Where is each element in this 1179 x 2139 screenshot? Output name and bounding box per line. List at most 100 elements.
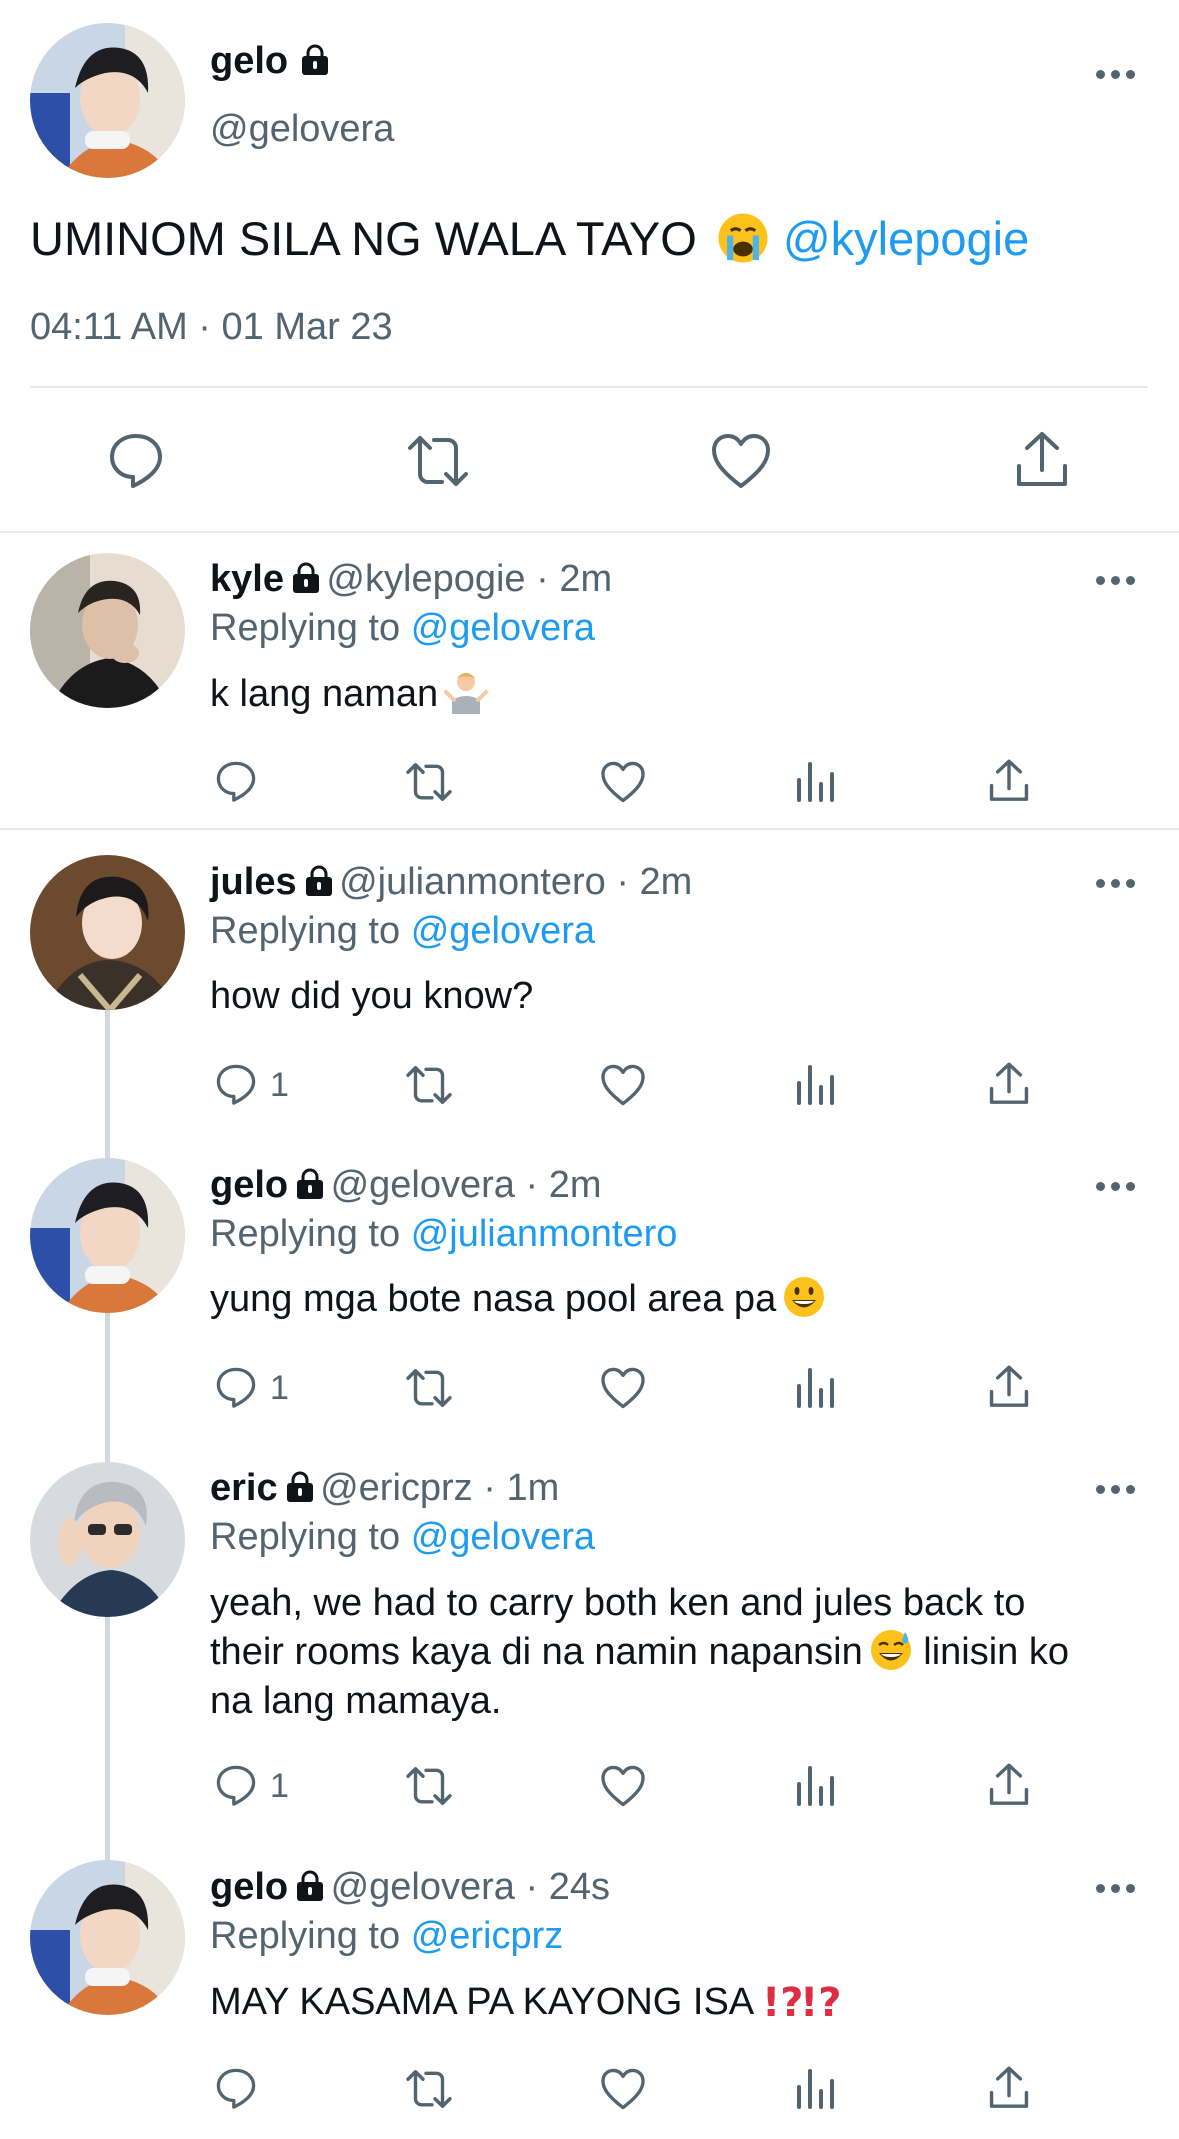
mention-link[interactable]: @julianmontero (411, 1213, 678, 1255)
grinning-sweat-icon (870, 1630, 911, 1670)
mention-link[interactable]: @ericprz (411, 1915, 564, 1957)
views-icon[interactable] (795, 760, 837, 802)
replying-to: Replying to @julianmontero (210, 1210, 677, 1258)
avatar-gelo[interactable] (30, 1860, 185, 2015)
divider (30, 386, 1148, 388)
heart-icon[interactable] (600, 1063, 646, 1107)
author-name[interactable]: gelo (210, 40, 288, 82)
reply-icon[interactable] (214, 759, 258, 803)
thread-connector (105, 1008, 110, 1888)
heart-icon[interactable] (600, 760, 646, 804)
more-icon[interactable] (1096, 1482, 1136, 1496)
main-author: gelo (210, 40, 331, 83)
reply-icon[interactable] (214, 1365, 258, 1409)
avatar-kyle[interactable] (30, 553, 185, 708)
author-handle[interactable]: @gelovera · 2m (331, 1164, 602, 1206)
author-handle[interactable]: @gelovera · 24s (331, 1866, 610, 1908)
reply-icon[interactable] (214, 1062, 258, 1106)
replying-label: Replying to (210, 1915, 401, 1957)
author-handle[interactable]: @gelovera (210, 108, 394, 151)
crying-face-icon (718, 213, 768, 263)
author-name[interactable]: jules (210, 861, 297, 903)
views-icon[interactable] (795, 1764, 837, 1806)
more-icon[interactable] (1096, 1179, 1136, 1193)
heart-icon[interactable] (710, 432, 772, 490)
share-icon[interactable] (987, 758, 1031, 804)
more-icon[interactable] (1096, 876, 1136, 890)
reply-count: 1 (270, 1369, 289, 1407)
views-icon[interactable] (795, 1366, 837, 1408)
share-icon[interactable] (987, 1364, 1031, 1410)
reply-text: their rooms kaya di na namin napansin li… (210, 1628, 1069, 1676)
avatar-gelo[interactable] (30, 1158, 185, 1313)
avatar-eric[interactable] (30, 1462, 185, 1617)
views-icon[interactable] (795, 1063, 837, 1105)
replying-to: Replying to @gelovera (210, 1513, 595, 1561)
divider (0, 828, 1179, 830)
reply-count: 1 (270, 1066, 289, 1104)
reply-text: how did you know? (210, 972, 533, 1020)
heart-icon[interactable] (600, 1764, 646, 1808)
author-handle[interactable]: @kylepogie · 2m (326, 558, 612, 600)
author-name[interactable]: eric (210, 1467, 278, 1509)
reply-text-line: na lang mamaya. (210, 1680, 502, 1722)
reply-header: kyle @kylepogie · 2m (210, 558, 612, 601)
reply-text-line: k lang naman (210, 673, 439, 715)
reply-icon[interactable] (214, 2066, 258, 2110)
mention-link[interactable]: @gelovera (411, 910, 595, 952)
replying-to: Replying to @gelovera (210, 604, 595, 652)
mention-link[interactable]: @gelovera (411, 607, 595, 649)
more-icon[interactable] (1096, 67, 1136, 81)
author-handle[interactable]: @julianmontero · 2m (339, 861, 692, 903)
reply-text-line: yeah, we had to carry both ken and jules… (210, 1582, 1026, 1624)
mention-link[interactable]: @kylepogie (783, 212, 1029, 265)
interrobang-icon: !?!? (762, 1980, 840, 2022)
retweet-icon[interactable] (405, 1366, 453, 1410)
author-name[interactable]: kyle (210, 558, 284, 600)
replying-label: Replying to (210, 910, 401, 952)
svg-text:!?: !? (762, 1980, 803, 2022)
share-icon[interactable] (987, 1061, 1031, 1107)
replying-label: Replying to (210, 607, 401, 649)
share-icon[interactable] (987, 2065, 1031, 2111)
reply-text-line: MAY KASAMA PA KAYONG ISA (210, 1981, 755, 2023)
mention-link[interactable]: @gelovera (411, 1516, 595, 1558)
reply-header: jules @julianmontero · 2m (210, 861, 692, 904)
reply-text: MAY KASAMA PA KAYONG ISA!?!? (210, 1978, 840, 2026)
grinning-face-icon (784, 1277, 825, 1317)
replying-to: Replying to @ericprz (210, 1912, 563, 1960)
heart-icon[interactable] (600, 2067, 646, 2111)
reply-header: gelo @gelovera · 24s (210, 1866, 610, 1909)
reply-header: gelo @gelovera · 2m (210, 1164, 601, 1207)
avatar-gelo[interactable] (30, 23, 185, 178)
retweet-icon[interactable] (405, 1063, 453, 1107)
author-name[interactable]: gelo (210, 1866, 288, 1908)
reply-header: eric @ericprz · 1m (210, 1467, 559, 1510)
views-icon[interactable] (795, 2067, 837, 2109)
reply-count: 1 (270, 1767, 289, 1805)
heart-icon[interactable] (600, 1366, 646, 1410)
more-icon[interactable] (1096, 1881, 1136, 1895)
tweet-timestamp[interactable]: 04:11 AM · 01 Mar 23 (30, 306, 393, 349)
retweet-icon[interactable] (405, 1764, 453, 1808)
author-handle[interactable]: @ericprz · 1m (320, 1467, 559, 1509)
retweet-icon[interactable] (405, 2067, 453, 2111)
divider (0, 531, 1179, 533)
person-shrugging-icon (444, 673, 489, 714)
retweet-icon[interactable] (406, 432, 470, 490)
reply-text-line: their rooms kaya di na namin napansin (210, 1631, 863, 1673)
author-name[interactable]: gelo (210, 1164, 288, 1206)
avatar-jules[interactable] (30, 855, 185, 1010)
more-icon[interactable] (1096, 573, 1136, 587)
tweet-body: UMINOM SILA NG WALA TAYO (30, 212, 697, 265)
reply-icon[interactable] (106, 430, 166, 490)
reply-text: k lang naman (210, 670, 489, 718)
share-icon[interactable] (1013, 430, 1071, 490)
reply-text-line: yung mga bote nasa pool area pa (210, 1278, 777, 1320)
lock-icon (286, 1471, 313, 1502)
share-icon[interactable] (987, 1762, 1031, 1808)
retweet-icon[interactable] (405, 760, 453, 804)
reply-icon[interactable] (214, 1763, 258, 1807)
tweet-text: UMINOM SILA NG WALA TAYO @kylepogie (30, 210, 1029, 268)
reply-text: yung mga bote nasa pool area pa (210, 1275, 826, 1323)
